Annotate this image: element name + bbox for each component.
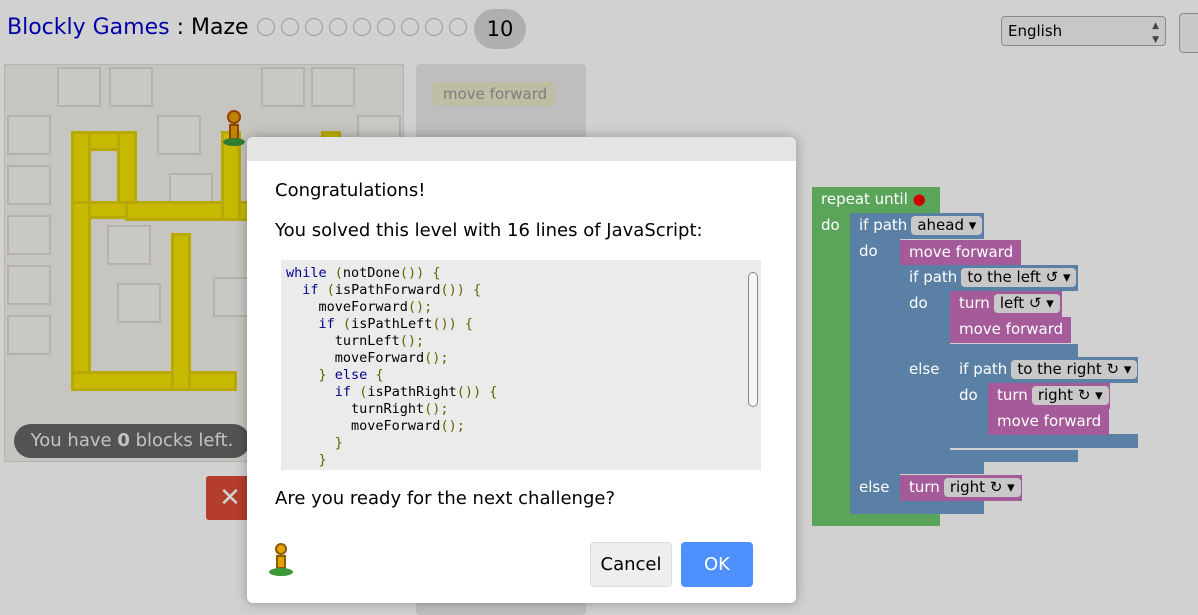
if-path-ahead-block[interactable]: if path ahead ▾: [850, 213, 984, 239]
code-scrollbar[interactable]: [747, 262, 759, 468]
scrollbar-thumb[interactable]: [748, 272, 758, 407]
if-left-else-label: else: [909, 360, 940, 378]
turn-direction-dropdown[interactable]: right ↻ ▾: [1031, 386, 1109, 405]
next-challenge-question: Are you ready for the next challenge?: [275, 488, 616, 509]
move-forward-block[interactable]: move forward: [900, 240, 1021, 265]
javascript-code-view[interactable]: while (notDone()) { if (isPathForward())…: [281, 260, 761, 470]
move-forward-block[interactable]: move forward: [950, 317, 1071, 343]
congratulations-dialog: Congratulations! You solved this level w…: [247, 137, 796, 603]
if-path-right-block[interactable]: if path to the right ↻ ▾: [950, 357, 1138, 383]
pegman-icon: [269, 543, 295, 581]
direction-dropdown[interactable]: to the right ↻ ▾: [1011, 360, 1138, 379]
turn-right-block[interactable]: turn right ↻ ▾: [900, 475, 1022, 501]
code-text: while (notDone()) { if (isPathForward())…: [286, 265, 498, 468]
turn-left-block[interactable]: turn left ↺ ▾: [950, 291, 1062, 317]
move-forward-block[interactable]: move forward: [988, 409, 1109, 435]
goal-marker-icon: ●: [912, 190, 926, 208]
ok-button[interactable]: OK: [681, 542, 753, 587]
if-right-do-label: do: [959, 386, 978, 404]
if-do-label: do: [859, 242, 878, 260]
repeat-until-block[interactable]: repeat until ●: [812, 187, 940, 213]
dialog-message: You solved this level with 16 lines of J…: [275, 220, 703, 241]
direction-dropdown[interactable]: to the left ↺ ▾: [961, 268, 1077, 287]
turn-direction-dropdown[interactable]: left ↺ ▾: [993, 294, 1060, 313]
turn-right-block[interactable]: turn right ↻ ▾: [988, 383, 1110, 409]
dialog-title-bar[interactable]: [247, 137, 796, 161]
if-else-label: else: [859, 478, 890, 496]
direction-dropdown[interactable]: ahead ▾: [911, 216, 983, 235]
repeat-do-label: do: [821, 216, 840, 234]
turn-direction-dropdown[interactable]: right ↻ ▾: [943, 478, 1021, 497]
dialog-title: Congratulations!: [275, 180, 426, 201]
cancel-button[interactable]: Cancel: [590, 542, 672, 587]
if-left-do-label: do: [909, 294, 928, 312]
if-path-left-block[interactable]: if path to the left ↺ ▾: [900, 265, 1078, 291]
